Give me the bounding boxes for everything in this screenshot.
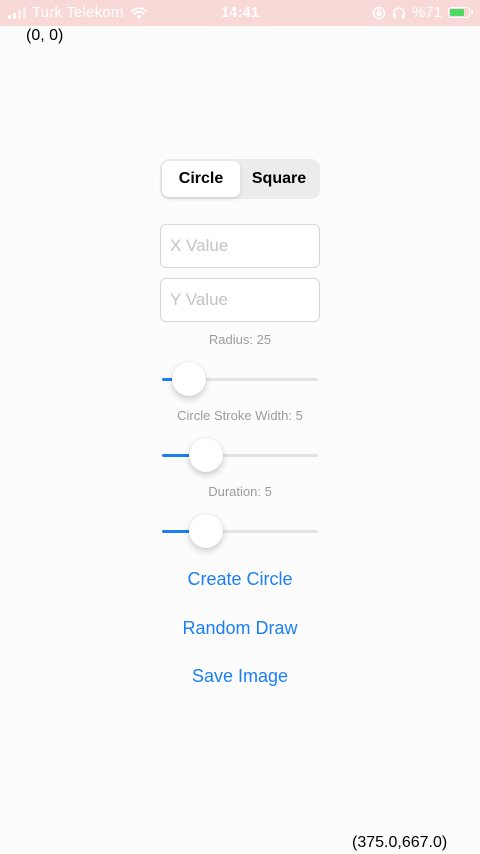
segment-square[interactable]: Square xyxy=(240,161,318,197)
create-circle-button[interactable]: Create Circle xyxy=(120,569,360,590)
origin-coordinate-label: (0, 0) xyxy=(26,27,64,44)
battery-icon xyxy=(448,7,473,18)
y-value-input[interactable] xyxy=(160,278,320,322)
battery-fill xyxy=(450,9,465,16)
slider-thumb[interactable] xyxy=(188,514,223,548)
stroke-width-slider[interactable] xyxy=(160,437,320,473)
headphones-icon xyxy=(393,6,405,19)
save-image-button[interactable]: Save Image xyxy=(120,666,360,687)
duration-slider[interactable] xyxy=(160,513,320,549)
radius-slider[interactable] xyxy=(160,361,320,397)
segment-circle[interactable]: Circle xyxy=(162,161,240,197)
slider-thumb[interactable] xyxy=(188,438,223,472)
x-value-input[interactable] xyxy=(160,224,320,268)
battery-percent: %71 xyxy=(411,4,442,21)
shape-segmented-control: Circle Square xyxy=(160,159,320,199)
screen-rotation-lock-icon xyxy=(372,6,386,19)
slider-thumb[interactable] xyxy=(171,362,206,396)
max-coordinate-label: (375.0,667.0) xyxy=(352,834,448,851)
radius-label: Radius: 25 xyxy=(208,332,272,347)
duration-label: Duration: 5 xyxy=(208,484,272,499)
status-bar: Turk Telekom 14:41 %71 xyxy=(0,0,480,26)
random-draw-button[interactable]: Random Draw xyxy=(120,618,360,639)
status-right: %71 xyxy=(372,4,473,21)
stroke-width-label: Circle Stroke Width: 5 xyxy=(177,408,303,423)
